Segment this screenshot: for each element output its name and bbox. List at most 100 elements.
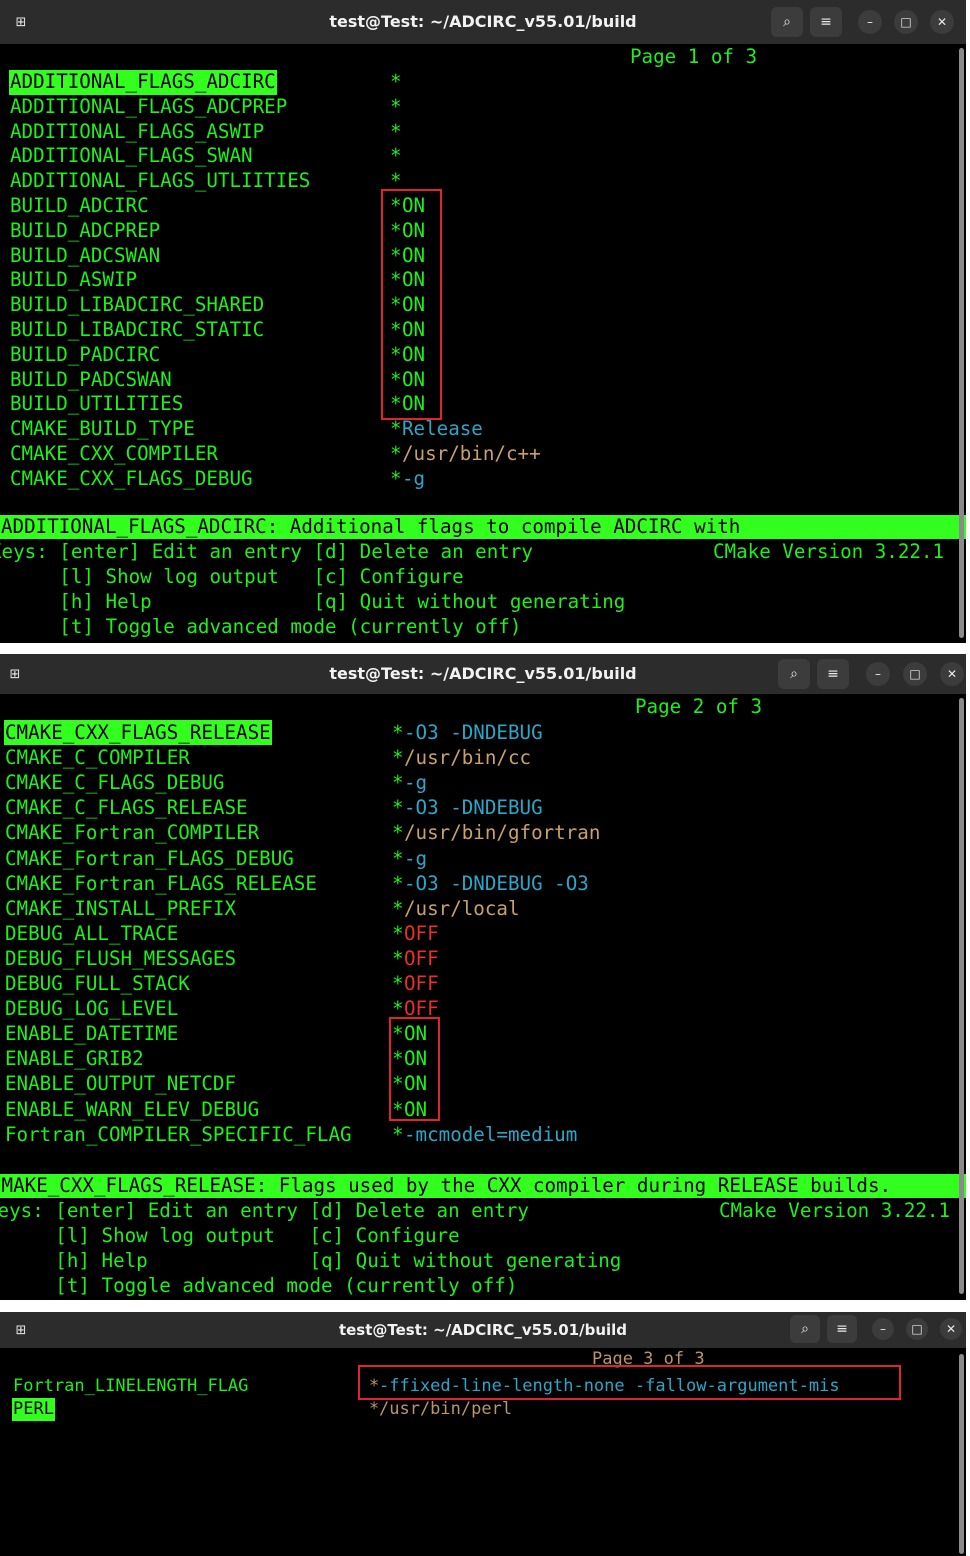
option-name: BUILD_ADCPREP [10, 218, 161, 242]
keys-line-4: [t] Toggle advanced mode (currently off) [0, 615, 522, 638]
option-name: PERL [12, 1398, 55, 1421]
option-star: * [392, 846, 404, 870]
table-row[interactable]: BUILD_PADCSWAN * ON [0, 368, 966, 393]
table-row[interactable]: DEBUG_FULL_STACK * OFF [0, 971, 966, 996]
table-row[interactable]: DEBUG_ALL_TRACE * OFF [0, 921, 966, 946]
table-row[interactable]: BUILD_UTILITIES * ON [0, 392, 966, 417]
table-row[interactable]: CMAKE_Fortran_FLAGS_RELEASE * -O3 -DNDEBUG… [0, 871, 966, 896]
minimize-icon[interactable]: – [858, 10, 882, 34]
option-value: -O3 -DNDEBUG [404, 796, 543, 820]
table-row[interactable]: BUILD_ASWIP * ON [0, 268, 966, 293]
option-star: * [390, 466, 402, 490]
close-icon[interactable]: ✕ [930, 10, 954, 34]
option-name: DEBUG_FULL_STACK [5, 972, 190, 995]
option-value: Release [402, 417, 483, 441]
table-row[interactable]: ADDITIONAL_FLAGS_SWAN * [0, 144, 966, 169]
option-name: ENABLE_WARN_ELEV_DEBUG [5, 1097, 260, 1121]
table-row[interactable]: CMAKE_CXX_FLAGS_DEBUG * -g [0, 467, 966, 492]
option-value: -O3 -DNDEBUG [404, 721, 543, 744]
option-name: ADDITIONAL_FLAGS_UTLIITIES [10, 169, 311, 193]
option-name: Fortran_LINELENGTH_FLAG [13, 1376, 249, 1396]
option-value: /usr/bin/perl [379, 1399, 513, 1419]
option-star: * [390, 70, 402, 93]
option-name: DEBUG_ALL_TRACE [5, 921, 179, 945]
table-row[interactable]: CMAKE_Fortran_COMPILER */usr/bin/gfortran [0, 820, 966, 845]
table-row[interactable]: CMAKE_C_FLAGS_DEBUG * -g [0, 770, 966, 795]
table-row[interactable]: ENABLE_DATETIME * ON [0, 1021, 966, 1046]
title-bar: ⊞ test@Test: ~/ADCIRC_v55.01/build ⌕ ≡ –… [0, 1312, 966, 1348]
table-row[interactable]: BUILD_PADCIRC * ON [0, 343, 966, 368]
table-row[interactable]: ENABLE_WARN_ELEV_DEBUG * ON [0, 1097, 966, 1122]
minimize-icon[interactable]: – [872, 1318, 894, 1340]
table-row[interactable]: CMAKE_C_FLAGS_RELEASE * -O3 -DNDEBUG [0, 795, 966, 820]
minimize-icon[interactable]: – [866, 662, 890, 686]
table-row[interactable]: ADDITIONAL_FLAGS_ASWIP * [0, 120, 966, 145]
window-title: test@Test: ~/ADCIRC_v55.01/build [338, 1321, 628, 1339]
menu-icon[interactable]: ≡ [810, 7, 842, 37]
table-row[interactable]: CMAKE_INSTALL_PREFIX */usr/local [0, 896, 966, 921]
table-row[interactable]: ENABLE_GRIB2 * ON [0, 1046, 966, 1071]
table-row[interactable]: ADDITIONAL_FLAGS_ADCIRC * [0, 70, 966, 95]
search-icon[interactable]: ⌕ [790, 1315, 820, 1343]
table-row[interactable]: Fortran_COMPILER_SPECIFIC_FLAG * -mcmodel=… [0, 1122, 966, 1147]
scrollbar[interactable] [959, 698, 964, 1294]
terminal-window-2: ⊞ test@Test: ~/ADCIRC_v55.01/build ⌕ ≡ –… [0, 654, 966, 1300]
status-line: ADDITIONAL_FLAGS_ADCIRC: Additional flag… [0, 515, 966, 539]
table-row[interactable]: CMAKE_BUILD_TYPE * Release [0, 417, 966, 442]
table-row[interactable]: ADDITIONAL_FLAGS_ADCPREP * [0, 95, 966, 120]
table-row[interactable]: BUILD_ADCIRC * ON [0, 194, 966, 219]
option-name: BUILD_ADCSWAN [10, 243, 161, 267]
scrollbar[interactable] [959, 1354, 964, 1554]
close-icon[interactable]: ✕ [940, 1318, 962, 1340]
table-row[interactable]: ADDITIONAL_FLAGS_UTLIITIES * [0, 169, 966, 194]
table-row[interactable]: CMAKE_Fortran_FLAGS_DEBUG * -g [0, 846, 966, 871]
annotation-box [358, 1365, 901, 1400]
option-name: BUILD_PADCSWAN [10, 367, 172, 391]
option-name: BUILD_ASWIP [10, 268, 138, 292]
option-name: ADDITIONAL_FLAGS_ADCPREP [10, 94, 288, 118]
option-star: * [390, 417, 402, 441]
menu-icon[interactable]: ≡ [827, 1315, 857, 1343]
keys-line-2: [l] Show log output [c] Configure [0, 565, 464, 588]
table-row[interactable]: ENABLE_OUTPUT_NETCDF * ON [0, 1071, 966, 1096]
search-icon[interactable]: ⌕ [771, 7, 803, 37]
maximize-icon[interactable]: □ [906, 1318, 928, 1340]
title-bar: ⊞ test@Test: ~/ADCIRC_v55.01/build ⌕ ≡ –… [0, 0, 966, 44]
table-row[interactable]: CMAKE_CXX_COMPILER */usr/bin/c++ [0, 442, 966, 467]
option-value: OFF [404, 972, 439, 995]
option-value: /usr/local [404, 896, 520, 920]
table-row[interactable]: BUILD_ADCSWAN * ON [0, 244, 966, 269]
option-name: ENABLE_DATETIME [5, 1022, 179, 1046]
table-row[interactable]: PERL */usr/bin/perl [0, 1398, 966, 1421]
option-name: ENABLE_OUTPUT_NETCDF [5, 1072, 237, 1096]
table-row[interactable]: DEBUG_LOG_LEVEL * OFF [0, 996, 966, 1021]
table-row[interactable]: DEBUG_FLUSH_MESSAGES * OFF [0, 946, 966, 971]
menu-icon[interactable]: ≡ [817, 659, 849, 689]
option-name: CMAKE_INSTALL_PREFIX [5, 896, 237, 920]
option-name: DEBUG_FLUSH_MESSAGES [5, 946, 237, 970]
table-row[interactable]: CMAKE_C_COMPILER */usr/bin/cc [0, 745, 966, 770]
table-row[interactable]: BUILD_LIBADCIRC_STATIC * ON [0, 318, 966, 343]
option-name: BUILD_LIBADCIRC_SHARED [10, 293, 265, 317]
option-value: OFF [404, 946, 439, 970]
option-name: BUILD_ADCIRC [10, 194, 149, 217]
maximize-icon[interactable]: □ [903, 662, 927, 686]
scrollbar[interactable] [959, 48, 964, 638]
option-value: /usr/bin/c++ [402, 442, 541, 465]
maximize-icon[interactable]: □ [894, 10, 918, 34]
table-row[interactable]: CMAKE_CXX_FLAGS_RELEASE * -O3 -DNDEBUG [0, 720, 966, 746]
table-row[interactable]: BUILD_ADCPREP * ON [0, 219, 966, 244]
option-star: * [392, 972, 404, 995]
close-icon[interactable]: ✕ [940, 662, 964, 686]
option-name: CMAKE_C_FLAGS_DEBUG [5, 771, 225, 795]
option-name: CMAKE_C_COMPILER [5, 746, 190, 770]
option-name: ADDITIONAL_FLAGS_ADCIRC [9, 70, 277, 95]
table-row[interactable]: BUILD_LIBADCIRC_SHARED * ON [0, 293, 966, 318]
option-star: * [369, 1399, 380, 1419]
search-icon[interactable]: ⌕ [778, 659, 810, 689]
option-star: * [390, 119, 402, 143]
keys-line-1: Keys: [enter] Edit an entry [d] Delete a… [0, 1199, 529, 1222]
option-value: -g [402, 466, 426, 490]
keys-line-2: [l] Show log output [c] Configure [0, 1224, 460, 1247]
option-star: * [392, 771, 404, 795]
